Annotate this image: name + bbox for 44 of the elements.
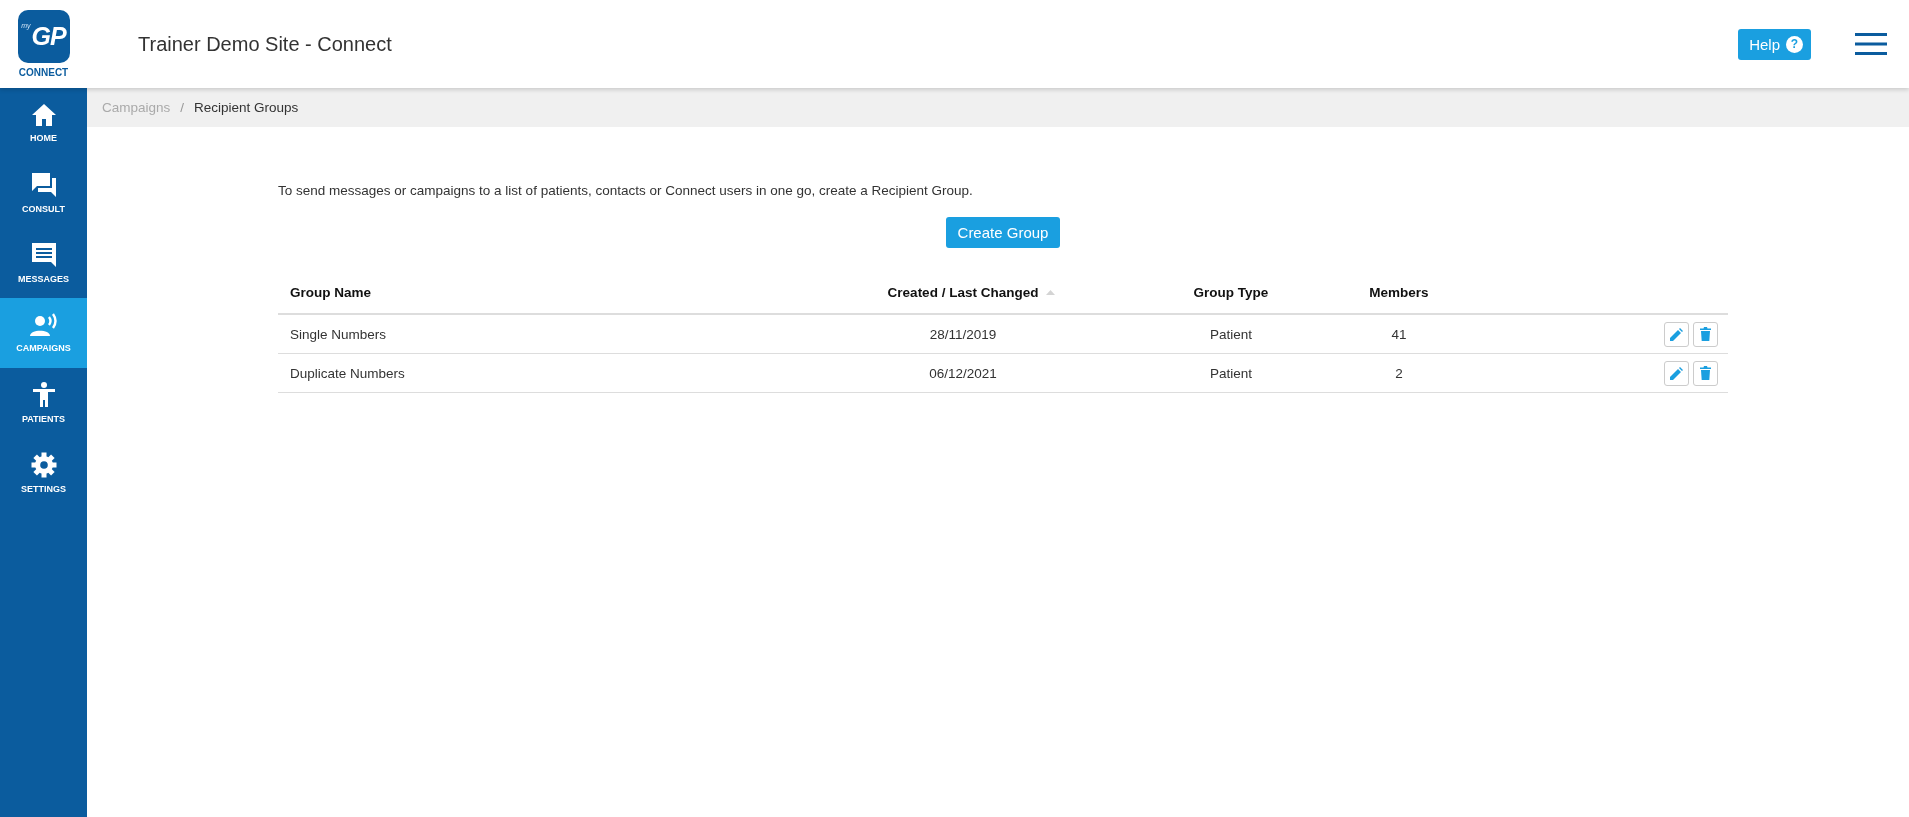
nav-label: PATIENTS — [21, 414, 66, 424]
chat-icon — [30, 172, 57, 198]
site-title: Trainer Demo Site - Connect — [138, 32, 393, 56]
nav-label: HOME — [30, 133, 57, 143]
settings-icon — [30, 452, 57, 478]
person-icon — [31, 382, 56, 408]
person-broadcast-icon — [29, 313, 58, 337]
delete-button[interactable] — [1693, 321, 1718, 347]
table-cell: 2 — [1395, 365, 1403, 381]
column-header[interactable]: Members — [1369, 285, 1429, 300]
logo-caption: CONNECT — [18, 67, 69, 78]
nav-item[interactable]: CONSULT — [0, 158, 87, 228]
help-icon: ? — [1786, 35, 1803, 53]
nav-label: CAMPAIGNS — [16, 343, 71, 353]
pencil-icon — [1670, 366, 1683, 380]
column-header[interactable]: Created / Last Changed — [887, 285, 1039, 300]
edit-button[interactable] — [1664, 360, 1689, 386]
table-cell: Patient — [1210, 365, 1252, 381]
column-header[interactable]: Group Type — [1193, 285, 1269, 300]
nav-item[interactable]: HOME — [0, 88, 87, 158]
breadcrumb-separator: / — [180, 100, 185, 115]
nav-label: SETTINGS — [21, 484, 66, 494]
trash-icon — [1700, 366, 1711, 380]
edit-button[interactable] — [1664, 321, 1689, 347]
pencil-icon — [1670, 327, 1683, 341]
nav-item[interactable]: PATIENTS — [0, 368, 87, 438]
nav-label: MESSAGES — [18, 274, 69, 284]
message-icon — [30, 242, 57, 268]
nav-item[interactable]: SETTINGS — [0, 438, 87, 508]
table-cell: 41 — [1391, 326, 1407, 342]
table-cell: 28/11/2019 — [929, 326, 997, 342]
table-cell: Duplicate Numbers — [290, 365, 405, 381]
menu-icon[interactable] — [1855, 33, 1887, 55]
table-cell: 06/12/2021 — [929, 365, 997, 381]
nav-item[interactable]: MESSAGES — [0, 228, 87, 298]
nav-label: CONSULT — [22, 204, 65, 214]
trash-icon — [1700, 327, 1711, 341]
table-cell: Patient — [1210, 326, 1252, 342]
column-header[interactable]: Group Name — [290, 285, 371, 300]
intro-text: To send messages or campaigns to a list of patients, contacts or Connect users in one go, create a Recipient Group. — [278, 183, 974, 198]
table-cell: Single Numbers — [290, 326, 387, 342]
delete-button[interactable] — [1693, 360, 1718, 386]
home-icon — [30, 103, 57, 127]
logo-text: GP — [31, 22, 66, 51]
